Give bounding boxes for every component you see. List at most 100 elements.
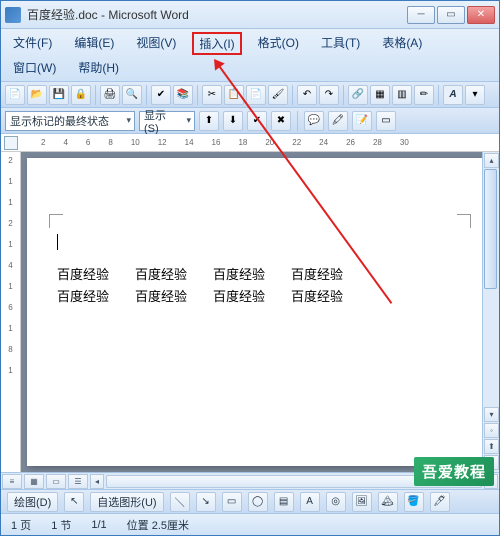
drawing-toolbar: 绘图(D) ↖ 自选图形(U) ＼ ↘ ▭ ◯ ▤ A ◎ 🖼 🏔 🪣 🖊 [1,489,499,513]
ruler-ticks: 246 81012 141618 202224 262830 [31,138,499,147]
scroll-up-icon[interactable]: ▴ [484,153,499,168]
new-doc-icon[interactable]: 📄 [5,85,25,105]
save-icon[interactable]: 💾 [49,85,69,105]
watermark-logo: 吾爱教程 [414,457,494,486]
separator [197,85,198,105]
scroll-down-icon[interactable]: ▾ [484,407,499,422]
textbox-icon[interactable]: ▤ [274,492,294,512]
drawing-icon[interactable]: ✏ [414,85,434,105]
line-color-icon[interactable]: 🖊 [430,492,450,512]
separator [343,85,344,105]
next-change-icon[interactable]: ⬇ [223,111,243,131]
web-view-icon[interactable]: ▦ [24,474,44,489]
scrollbar-thumb[interactable] [484,169,497,289]
document-area: 211 214 161 81 百度经验百度经验百度经验百度经验 百度经验百度经验… [1,152,499,472]
separator [292,85,293,105]
window-title: 百度经验.doc - Microsoft Word [27,6,407,23]
clipart-icon[interactable]: 🖼 [352,492,372,512]
close-button[interactable]: ✕ [467,6,495,24]
menu-help[interactable]: 帮助(H) [72,57,125,78]
minimize-button[interactable]: ─ [407,6,435,24]
comment-icon[interactable]: 💬 [304,111,324,131]
open-icon[interactable]: 📂 [27,85,47,105]
status-section: 1 节 [51,517,71,533]
word-app-icon [5,7,21,23]
format-painter-icon[interactable]: 🖌 [268,85,288,105]
margin-mark-top-right [457,214,471,228]
paste-icon[interactable]: 📄 [246,85,266,105]
document-text: 百度经验百度经验百度经验百度经验 百度经验百度经验百度经验百度经验 [57,264,463,308]
normal-view-icon[interactable]: ≡ [2,474,22,489]
menu-tools[interactable]: 工具(T) [315,32,366,55]
browse-object-icon[interactable]: ◦ [484,423,499,438]
maximize-button[interactable]: ▭ [437,6,465,24]
separator [438,85,439,105]
separator [95,85,96,105]
menu-window[interactable]: 窗口(W) [7,57,62,78]
font-style-icon[interactable]: A [443,85,463,105]
research-icon[interactable]: 📚 [173,85,193,105]
vertical-scrollbar[interactable]: ▴ ▾ ◦ ⬆ ⬇ [482,152,499,472]
separator [146,85,147,105]
wordart-icon[interactable]: A [300,492,320,512]
status-page: 1 页 [11,517,31,533]
word-window: 百度经验.doc - Microsoft Word ─ ▭ ✕ 文件(F) 编辑… [0,0,500,536]
statusbar: 1 页 1 节 1/1 位置 2.5厘米 [1,513,499,535]
undo-icon[interactable]: ↶ [297,85,317,105]
display-mode-combo[interactable]: 显示标记的最终状态 [5,111,135,131]
status-location: 位置 2.5厘米 [127,517,189,533]
menu-edit[interactable]: 编辑(E) [68,32,120,55]
titlebar: 百度经验.doc - Microsoft Word ─ ▭ ✕ [1,1,499,29]
text-cursor [57,234,58,250]
track-changes-icon[interactable]: 📝 [352,111,372,131]
separator [297,111,298,131]
hyperlink-icon[interactable]: 🔗 [348,85,368,105]
fill-color-icon[interactable]: 🪣 [404,492,424,512]
oval-icon[interactable]: ◯ [248,492,268,512]
chevron-down-icon[interactable]: ▾ [465,85,485,105]
status-position: 1/1 [91,519,106,531]
menu-insert[interactable]: 插入(I) [192,32,241,55]
outline-view-icon[interactable]: ☰ [68,474,88,489]
standard-toolbar: 📄 📂 💾 🔒 🖨 🔍 ✔ 📚 ✂ 📋 📄 🖌 ↶ ↷ 🔗 ▦ ▥ ✏ A ▾ [1,82,499,108]
draw-menu[interactable]: 绘图(D) [7,492,58,512]
ruler-corner [4,136,18,150]
picture-icon[interactable]: 🏔 [378,492,398,512]
reviewing-pane-icon[interactable]: ▭ [376,111,396,131]
show-combo[interactable]: 显示(S) [139,111,195,131]
reviewing-toolbar: 显示标记的最终状态 显示(S) ⬆ ⬇ ✔ ✖ 💬 🖍 📝 ▭ [1,108,499,134]
display-mode-label: 显示标记的最终状态 [10,113,109,129]
menubar: 文件(F) 编辑(E) 视图(V) 插入(I) 格式(O) 工具(T) 表格(A… [1,29,499,82]
margin-mark-top-left [49,214,63,228]
menu-table[interactable]: 表格(A) [376,32,428,55]
line-icon[interactable]: ＼ [170,492,190,512]
permissions-icon[interactable]: 🔒 [71,85,91,105]
prev-change-icon[interactable]: ⬆ [199,111,219,131]
select-objects-icon[interactable]: ↖ [64,492,84,512]
menu-view[interactable]: 视图(V) [130,32,182,55]
document-page[interactable]: 百度经验百度经验百度经验百度经验 百度经验百度经验百度经验百度经验 [27,158,493,466]
columns-icon[interactable]: ▥ [392,85,412,105]
prev-page-icon[interactable]: ⬆ [484,439,499,454]
preview-icon[interactable]: 🔍 [122,85,142,105]
rectangle-icon[interactable]: ▭ [222,492,242,512]
arrow-icon[interactable]: ↘ [196,492,216,512]
scroll-left-icon[interactable]: ◂ [90,474,104,489]
horizontal-ruler[interactable]: 246 81012 141618 202224 262830 [1,134,499,152]
reject-change-icon[interactable]: ✖ [271,111,291,131]
menu-format[interactable]: 格式(O) [252,32,305,55]
print-icon[interactable]: 🖨 [100,85,120,105]
print-view-icon[interactable]: ▭ [46,474,66,489]
diagram-icon[interactable]: ◎ [326,492,346,512]
table-icon[interactable]: ▦ [370,85,390,105]
cut-icon[interactable]: ✂ [202,85,222,105]
menu-file[interactable]: 文件(F) [7,32,58,55]
text-row: 百度经验百度经验百度经验百度经验 [57,286,463,308]
vertical-ruler[interactable]: 211 214 161 81 [1,152,21,472]
show-label: 显示(S) [144,107,178,135]
window-controls: ─ ▭ ✕ [407,6,495,24]
highlight-icon[interactable]: 🖍 [328,111,348,131]
autoshapes-menu[interactable]: 自选图形(U) [90,492,163,512]
spellcheck-icon[interactable]: ✔ [151,85,171,105]
redo-icon[interactable]: ↷ [319,85,339,105]
